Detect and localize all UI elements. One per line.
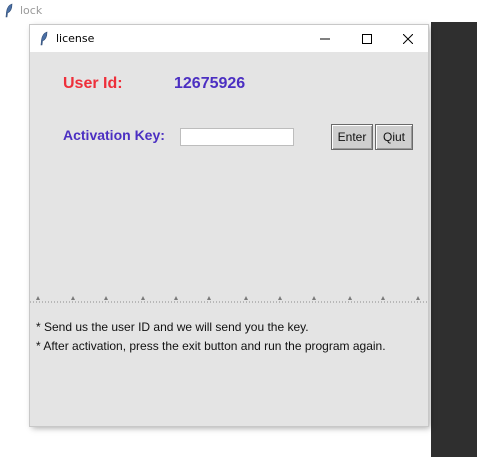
activation-key-label: Activation Key: <box>63 127 165 143</box>
minimize-button[interactable] <box>305 25 345 52</box>
license-window: license User Id: 12675926 Activation Key… <box>30 25 428 426</box>
feather-icon <box>40 31 48 46</box>
quit-button[interactable]: Qiut <box>375 124 413 150</box>
user-id-label: User Id: <box>63 75 123 92</box>
enter-button[interactable]: Enter <box>331 124 373 150</box>
instruction-line-1: * Send us the user ID and we will send y… <box>36 320 309 334</box>
activation-key-input[interactable] <box>180 128 294 146</box>
minimize-icon <box>320 38 330 39</box>
window-title: license <box>56 32 95 45</box>
maximize-button[interactable] <box>347 25 387 52</box>
background-window-titlebar: lock <box>0 0 477 22</box>
instruction-line-2: * After activation, press the exit butto… <box>36 339 386 353</box>
maximize-icon <box>362 33 372 44</box>
dotted-separator <box>30 296 428 303</box>
user-id-value: 12675926 <box>174 75 246 92</box>
feather-icon <box>5 3 13 18</box>
close-button[interactable] <box>388 25 428 52</box>
background-window-title: lock <box>20 4 43 17</box>
window-titlebar[interactable]: license <box>30 25 428 52</box>
close-icon <box>403 33 413 44</box>
